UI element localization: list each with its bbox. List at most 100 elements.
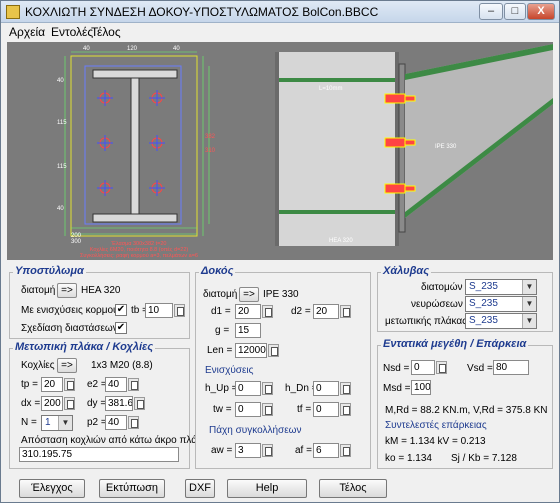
- aw-input[interactable]: 3: [235, 443, 261, 458]
- column-flange-left: [275, 52, 279, 246]
- tp-input[interactable]: 20: [41, 377, 63, 392]
- tw-label: tw =: [213, 404, 232, 415]
- connection-drawing: 40 120 40 200 300 40 115 115 40 382 310 …: [57, 44, 553, 259]
- d2-spin-button[interactable]: [340, 305, 351, 318]
- drawing-area: 40 120 40 200 300 40 115 115 40 382 310 …: [7, 42, 553, 260]
- hdn-input[interactable]: 0: [313, 381, 339, 396]
- column-title: Υποστύλωμα: [13, 265, 86, 277]
- help-button[interactable]: Help: [227, 479, 307, 498]
- dxf-button[interactable]: DXF: [185, 479, 215, 498]
- dy-spin-button[interactable]: [134, 397, 145, 410]
- dy-label: dy =: [87, 398, 107, 409]
- nsd-spin-button[interactable]: [436, 361, 447, 374]
- d1-input[interactable]: 20: [235, 304, 261, 319]
- steel-ribs-select[interactable]: S_235 ▼: [465, 296, 537, 312]
- vsd-label: Vsd =: [467, 363, 493, 374]
- dy-input[interactable]: 381.6: [105, 396, 133, 411]
- menu-commands[interactable]: Εντολές: [51, 25, 93, 39]
- tp-spin-button[interactable]: [64, 378, 75, 391]
- aw-spin-button[interactable]: [262, 444, 273, 457]
- chevron-down-icon: ▼: [58, 416, 72, 430]
- beam-section-button[interactable]: =>: [239, 287, 259, 302]
- steel-title: Χάλυβας: [381, 265, 432, 277]
- vsd-input[interactable]: 80: [493, 360, 529, 375]
- nsd-label: Nsd =: [383, 363, 410, 374]
- tp-label: tp =: [21, 379, 38, 390]
- len-input[interactable]: 12000: [235, 343, 267, 358]
- g-label: g =: [215, 325, 230, 336]
- d1-spin-button[interactable]: [262, 305, 273, 318]
- steel-plate-label: μετωπικής πλάκας: [385, 316, 467, 327]
- main-window: ΚΟΧΛΙΩΤΗ ΣΥΝΔΕΣΗ ΔΟΚΟΥ-ΥΠΟΣΤΥΛΩΜΑΤΟΣ Bol…: [0, 0, 560, 503]
- nsd-input[interactable]: 0: [411, 360, 435, 375]
- tb-input[interactable]: 10: [145, 303, 173, 318]
- dim-top-2: 120: [127, 46, 138, 52]
- column-section-button[interactable]: =>: [57, 283, 77, 298]
- n-label: N =: [21, 417, 37, 428]
- dx-input[interactable]: 200: [41, 396, 63, 411]
- bolt-distance-input[interactable]: 310.195.75: [19, 447, 179, 462]
- tb-spin-button[interactable]: [174, 304, 185, 317]
- dim-left-3: 115: [57, 164, 67, 170]
- dx-spin-button[interactable]: [64, 397, 75, 410]
- n-select[interactable]: 1 ▼: [41, 415, 73, 431]
- column-stiffeners-checkbox[interactable]: ✔: [115, 304, 127, 316]
- aw-label: aw =: [211, 445, 233, 456]
- steel-plate-select[interactable]: S_235 ▼: [465, 313, 537, 329]
- dim-left-1: 40: [57, 78, 64, 84]
- af-input[interactable]: 6: [313, 443, 339, 458]
- tf-spin-button[interactable]: [340, 403, 351, 416]
- len-spin-button[interactable]: [268, 344, 279, 357]
- bolts-button[interactable]: =>: [57, 358, 77, 373]
- column-section-label: διατομή: [21, 285, 56, 296]
- end-plate: [398, 63, 406, 233]
- bolt-distance-label: Απόσταση κοχλιών από κάτω άκρο πλάκας: [21, 435, 213, 446]
- p2-spin-button[interactable]: [128, 416, 139, 429]
- steel-plate-value: S_235: [469, 315, 498, 326]
- tf-input[interactable]: 0: [313, 402, 339, 417]
- design-dimensions-checkbox[interactable]: ✔: [115, 322, 127, 334]
- forces-title: Εντατικά μεγέθη / Επάρκεια: [381, 338, 529, 350]
- d2-input[interactable]: 20: [313, 304, 339, 319]
- e2-spin-button[interactable]: [128, 378, 139, 391]
- hup-spin-button[interactable]: [262, 382, 273, 395]
- plate-title: Μετωπική πλάκα / Κοχλίες: [13, 341, 156, 353]
- design-dimensions-label: Σχεδίαση διαστάσεων: [21, 323, 118, 334]
- end-button[interactable]: Τέλος: [319, 479, 387, 498]
- p2-label: p2 =: [87, 417, 107, 428]
- chevron-down-icon: ▼: [522, 297, 536, 311]
- column-flange-right: [395, 52, 399, 246]
- steel-ribs-value: S_235: [469, 298, 498, 309]
- af-label: af =: [295, 445, 312, 456]
- dim-bottom-2: 300: [71, 239, 82, 245]
- dim-right-2: 310: [205, 148, 216, 154]
- menu-files[interactable]: Αρχεία: [9, 25, 45, 39]
- sj-kb-value: Sj / Kb = 7.128: [451, 453, 517, 464]
- column-section-value: HEA 320: [81, 285, 121, 296]
- column-stiffener-top: [279, 78, 395, 82]
- p2-input[interactable]: 40: [105, 415, 127, 430]
- tw-input[interactable]: 0: [235, 402, 261, 417]
- beam-section-value: IPE 330: [263, 289, 299, 300]
- check-button[interactable]: Έλεγχος: [19, 479, 85, 498]
- steel-sections-select[interactable]: S_235 ▼: [465, 279, 537, 295]
- column-section-label: HEA 320: [329, 238, 353, 244]
- menu-end[interactable]: Τέλος: [91, 25, 121, 39]
- msd-input[interactable]: 100: [411, 380, 431, 395]
- minimize-button[interactable]: –: [479, 3, 503, 20]
- dim-right-1: 382: [205, 134, 216, 140]
- g-input[interactable]: 15: [235, 323, 261, 338]
- maximize-button[interactable]: □: [504, 3, 526, 20]
- ko-value: ko = 1.134: [385, 453, 432, 464]
- print-button[interactable]: Εκτύπωση: [99, 479, 165, 498]
- len-label: Len =: [207, 345, 233, 356]
- hdn-spin-button[interactable]: [340, 382, 351, 395]
- close-button[interactable]: X: [527, 3, 555, 20]
- dim-left-2: 115: [57, 120, 67, 126]
- e2-input[interactable]: 40: [105, 377, 127, 392]
- af-spin-button[interactable]: [340, 444, 351, 457]
- beam-section-label: διατομή: [203, 289, 238, 300]
- hup-input[interactable]: 0: [235, 381, 261, 396]
- tw-spin-button[interactable]: [262, 403, 273, 416]
- beam-section-label: IPE 330: [435, 144, 457, 150]
